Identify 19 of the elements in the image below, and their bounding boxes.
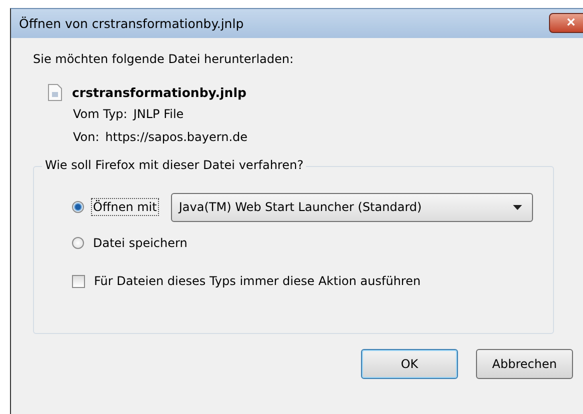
ok-button[interactable]: OK — [361, 349, 458, 379]
intro-text: Sie möchten folgende Datei herunterladen: — [33, 52, 295, 68]
type-label: Vom Typ: — [73, 107, 128, 123]
window-title: Öffnen von crstransformationby.jnlp — [19, 16, 244, 31]
group-legend: Wie soll Firefox mit dieser Datei verfahren? — [42, 158, 306, 172]
checkbox-label[interactable]: Für Dateien dieses Typs immer diese Aktion ausführen — [92, 272, 423, 290]
source-label: Von: — [73, 130, 100, 146]
caret-icon — [512, 204, 522, 210]
radio-label[interactable]: Öffnen mit — [91, 198, 159, 216]
file-icon — [48, 84, 62, 100]
radio-label[interactable]: Datei speichern — [91, 234, 190, 252]
radio-button[interactable] — [72, 201, 84, 213]
app-dropdown[interactable]: Java(TM) Web Start Launcher (Standard) — [170, 192, 533, 222]
checkbox[interactable] — [72, 274, 85, 288]
radio-button[interactable] — [72, 237, 84, 249]
file-name: crstransformationby.jnlp — [72, 84, 246, 100]
source-value: https://sapos.bayern.de — [105, 130, 248, 146]
type-value: JNLP File — [133, 107, 184, 123]
cancel-button[interactable]: Abbrechen — [476, 349, 573, 379]
